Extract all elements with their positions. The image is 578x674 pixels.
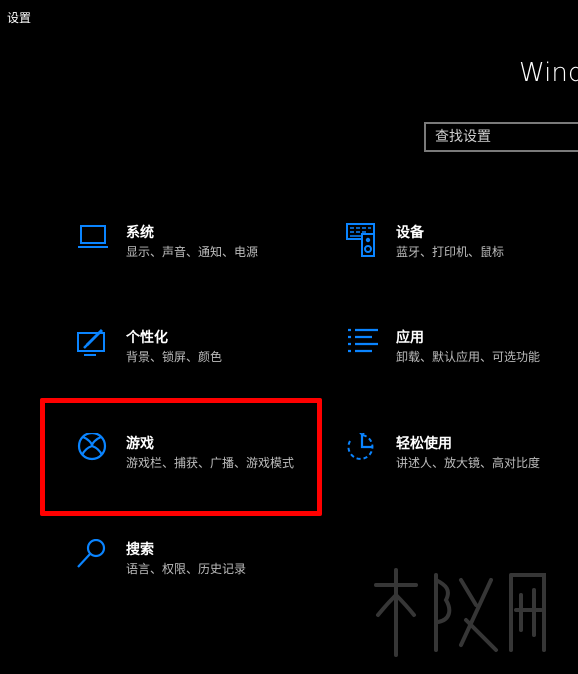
tile-title: 轻松使用: [396, 436, 452, 452]
tile-description: 卸载、默认应用、可选功能: [396, 350, 541, 364]
search-icon: [76, 539, 112, 575]
tile-description: 语言、权限、历史记录: [126, 562, 247, 576]
tile-description: 背景、锁屏、颜色: [126, 350, 223, 364]
tile-personalization[interactable]: 个性化 背景、锁屏、颜色: [76, 327, 306, 387]
tile-ease-of-access[interactable]: 轻松使用 讲述人、放大镜、高对比度: [346, 433, 576, 493]
tile-description: 蓝牙、打印机、鼠标: [396, 245, 505, 259]
apps-icon: [346, 327, 382, 363]
tile-description: 显示、声音、通知、电源: [126, 245, 259, 259]
tile-description: 讲述人、放大镜、高对比度: [396, 456, 541, 470]
ease-of-access-icon: [346, 433, 382, 469]
tile-apps[interactable]: 应用 卸载、默认应用、可选功能: [346, 327, 576, 387]
tile-title: 设备: [396, 225, 424, 241]
tile-title: 个性化: [126, 330, 168, 346]
devices-icon: [346, 222, 382, 258]
page-heading: Windo: [519, 58, 578, 88]
laptop-icon: [76, 222, 112, 258]
personalization-icon: [76, 327, 112, 363]
tile-system[interactable]: 系统 显示、声音、通知、电源: [76, 222, 306, 282]
window-title: 设置: [7, 11, 32, 25]
highlight-box: [40, 398, 322, 516]
watermark-logo: [374, 568, 546, 657]
search-input[interactable]: [426, 124, 578, 150]
tile-title: 应用: [396, 330, 424, 346]
tile-title: 搜索: [126, 542, 154, 558]
tile-search[interactable]: 搜索 语言、权限、历史记录: [76, 539, 306, 599]
tile-title: 系统: [126, 225, 154, 241]
tile-devices[interactable]: 设备 蓝牙、打印机、鼠标: [346, 222, 576, 282]
search-box[interactable]: [424, 122, 578, 152]
